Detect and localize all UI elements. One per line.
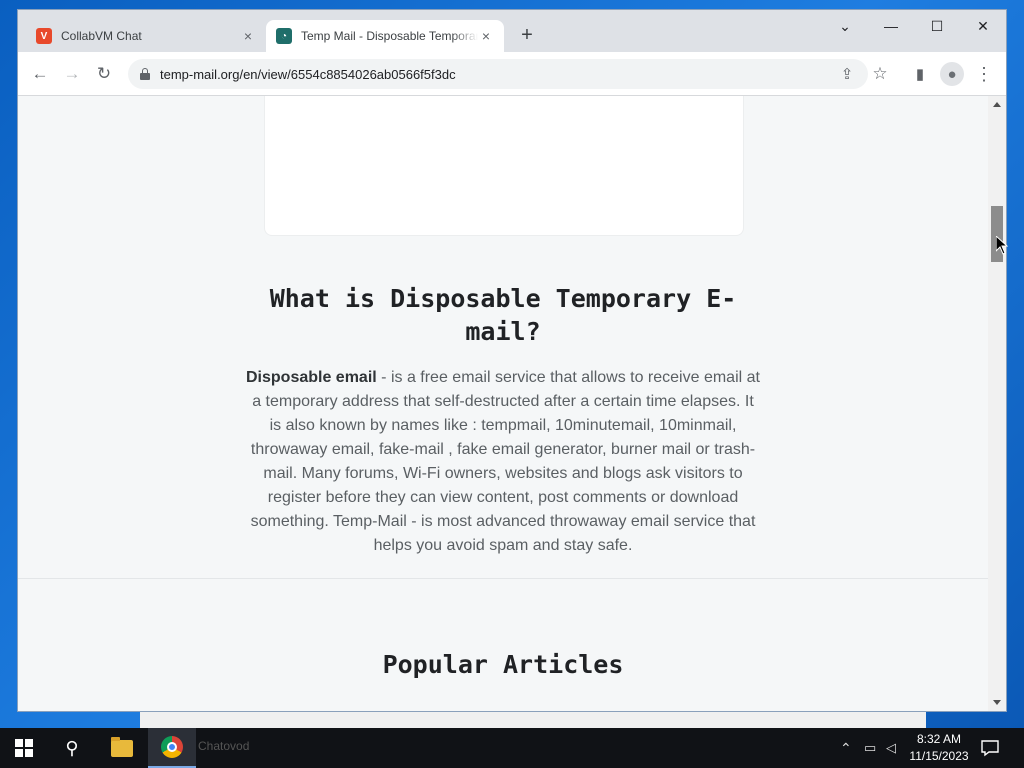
forward-button[interactable]: → bbox=[59, 61, 85, 87]
section-heading-popular-articles: Popular Articles bbox=[382, 650, 624, 679]
windows-taskbar: ⚲ Chatovod ⌃ ▭ ◁ 8:32 AM 11/15/2023 bbox=[0, 728, 1024, 768]
collabvm-favicon-icon: V bbox=[36, 28, 52, 44]
share-icon[interactable]: ⇪ bbox=[835, 62, 859, 86]
clock-time: 8:32 AM bbox=[916, 732, 962, 746]
tab-title: CollabVM Chat bbox=[61, 29, 142, 43]
tab-title: Temp Mail - Disposable Temporary E-mail bbox=[301, 29, 478, 43]
network-icon[interactable]: ▭ bbox=[864, 740, 876, 756]
page-scrollbar[interactable] bbox=[988, 96, 1006, 711]
back-button[interactable]: ← bbox=[27, 61, 53, 87]
profile-avatar-icon[interactable]: ● bbox=[940, 62, 964, 86]
clock-date: 11/15/2023 bbox=[909, 749, 969, 763]
disposable-email-description: Disposable email - is a free email servi… bbox=[246, 366, 760, 558]
tab-strip: V CollabVM Chat × ◔ Temp Mail - Disposab… bbox=[18, 10, 1006, 52]
tab-collabvm-chat[interactable]: V CollabVM Chat × bbox=[26, 20, 266, 52]
desc-body-text: - is a free email service that allows to… bbox=[250, 369, 760, 554]
chrome-taskbar-icon[interactable] bbox=[148, 728, 196, 768]
scroll-down-arrow-icon[interactable] bbox=[993, 700, 1001, 705]
reload-button[interactable]: ↻ bbox=[91, 61, 117, 87]
scroll-up-arrow-icon[interactable] bbox=[993, 102, 1001, 107]
maximize-button[interactable]: ☐ bbox=[914, 10, 960, 42]
notification-center-icon[interactable] bbox=[980, 738, 1000, 758]
start-button[interactable] bbox=[0, 728, 48, 768]
address-bar[interactable]: temp-mail.org/en/view/6554c8854026ab0566… bbox=[128, 59, 868, 89]
tab-close-icon[interactable]: × bbox=[240, 28, 256, 44]
mouse-pointer-icon bbox=[996, 236, 1008, 255]
side-panel-icon[interactable]: ▮ bbox=[908, 62, 932, 86]
taskbar-search-icon[interactable]: ⚲ bbox=[48, 728, 96, 768]
tray-overflow-chevron-icon[interactable]: ⌃ bbox=[840, 740, 852, 757]
taskbar-clock[interactable]: 8:32 AM 11/15/2023 bbox=[906, 731, 972, 765]
file-explorer-icon[interactable] bbox=[98, 728, 146, 768]
chrome-browser-window: V CollabVM Chat × ◔ Temp Mail - Disposab… bbox=[18, 10, 1006, 711]
tab-search-button[interactable]: ⌄ bbox=[822, 10, 868, 42]
page-viewport: What is Disposable Temporary E-mail? Dis… bbox=[18, 96, 988, 711]
bookmark-star-icon[interactable]: ☆ bbox=[868, 62, 892, 86]
url-text: temp-mail.org/en/view/6554c8854026ab0566… bbox=[160, 66, 456, 82]
windows-logo-icon bbox=[15, 739, 33, 757]
section-divider bbox=[18, 578, 988, 579]
tab-close-icon[interactable]: × bbox=[478, 28, 494, 44]
advertisement-card bbox=[264, 96, 744, 236]
taskbar-window-label[interactable]: Chatovod bbox=[198, 739, 249, 753]
tab-temp-mail[interactable]: ◔ Temp Mail - Disposable Temporary E-mai… bbox=[266, 20, 504, 52]
volume-muted-icon[interactable]: ◁ bbox=[886, 740, 896, 756]
desc-bold-term: Disposable email bbox=[246, 369, 377, 386]
section-heading-disposable-email: What is Disposable Temporary E-mail? bbox=[269, 284, 737, 346]
close-window-button[interactable]: ✕ bbox=[960, 10, 1006, 42]
temp-mail-favicon-icon: ◔ bbox=[276, 28, 292, 44]
chrome-menu-icon[interactable]: ⋮ bbox=[972, 62, 996, 86]
minimize-button[interactable]: — bbox=[868, 10, 914, 42]
lock-icon[interactable] bbox=[140, 68, 150, 80]
new-tab-button[interactable]: + bbox=[516, 24, 538, 46]
browser-toolbar: ← → ↻ temp-mail.org/en/view/6554c8854026… bbox=[18, 52, 1006, 96]
